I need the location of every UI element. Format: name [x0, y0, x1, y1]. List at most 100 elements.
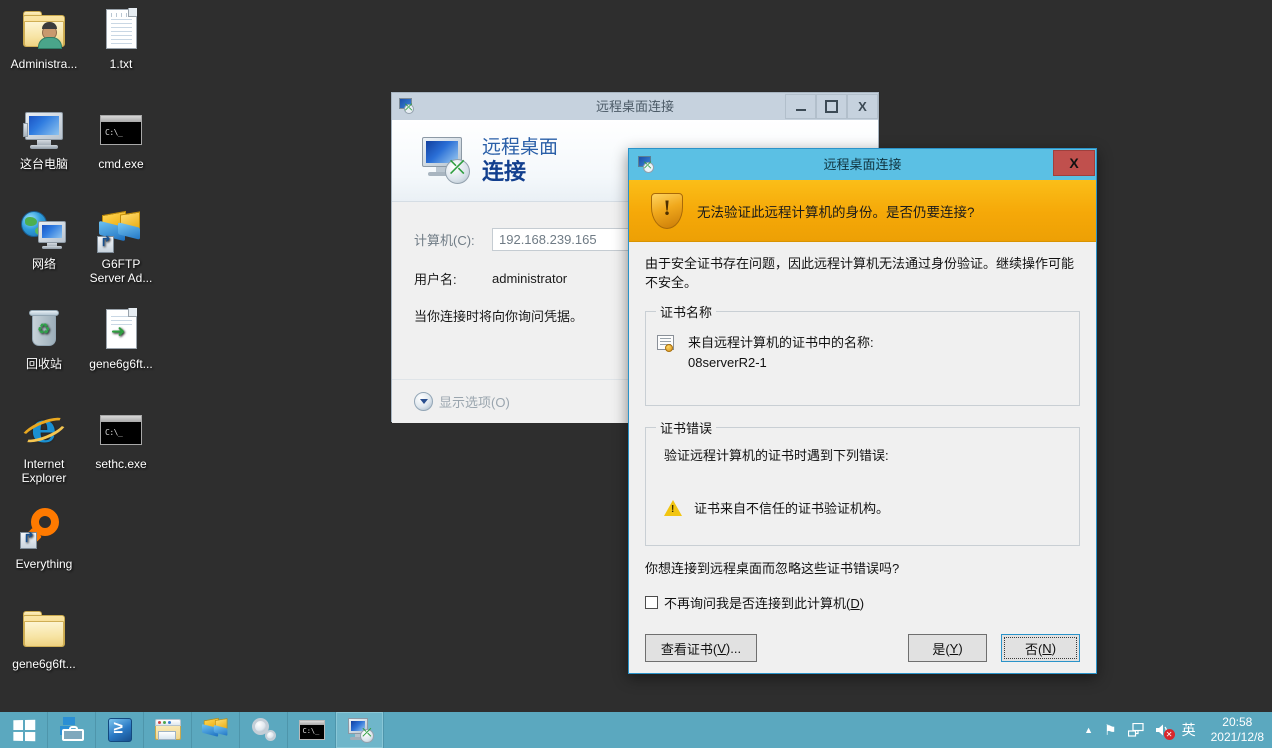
taskbar-item-remote-desktop[interactable]: [336, 712, 384, 748]
desktop-icon-label: G6FTP Server Ad...: [89, 257, 153, 285]
muted-badge: ✕: [1163, 729, 1175, 740]
folder-user-icon: [20, 5, 68, 53]
clock[interactable]: 20:58 2021/12/8: [1207, 715, 1264, 745]
yes-button[interactable]: 是(Y): [908, 634, 987, 662]
warning-banner: ! 无法验证此远程计算机的身份。是否仍要连接?: [629, 180, 1096, 242]
warning-triangle-icon: [664, 499, 682, 516]
body-paragraph: 由于安全证书存在问题，因此远程计算机无法通过身份验证。继续操作可能不安全。: [645, 256, 1075, 290]
powershell-icon: [106, 717, 134, 743]
windows-logo-icon: [12, 719, 35, 741]
desktop-icon-network[interactable]: 网络: [5, 205, 83, 271]
desktop-icon-1txt[interactable]: 1.txt: [82, 5, 160, 71]
desktop-icon-gene6g6ft-folder[interactable]: gene6g6ft...: [5, 605, 83, 671]
action-center-flag-icon[interactable]: ⚑: [1104, 723, 1117, 737]
shortcut-arrow-icon: [97, 234, 114, 253]
file-explorer-icon: [154, 717, 182, 743]
rdc-titlebar[interactable]: ⤫ 远程桌面连接 X: [392, 93, 878, 120]
text-document-icon: [97, 5, 145, 53]
remote-desktop-icon: [346, 717, 374, 743]
close-button[interactable]: X: [847, 94, 878, 119]
dont-ask-again-label: 不再询问我是否连接到此计算机(D): [664, 596, 865, 611]
server-manager-icon: [58, 717, 86, 743]
folder-icon: [20, 605, 68, 653]
taskbar-item-file-explorer[interactable]: [144, 712, 192, 748]
view-certificate-button[interactable]: 查看证书(V)...: [645, 634, 757, 662]
certificate-name-group: 证书名称 来自远程计算机的证书中的名称: 08serverR2-1: [645, 302, 1080, 406]
desktop-icon-g6ftp-server-admin[interactable]: G6FTP Server Ad...: [82, 205, 160, 285]
start-button[interactable]: [0, 712, 48, 748]
username-label: 用户名:: [414, 272, 457, 287]
show-options-link[interactable]: 显示选项(O): [439, 392, 510, 411]
desktop-icon-label: 1.txt: [109, 57, 133, 71]
certificate-error-item: 证书来自不信任的证书验证机构。: [694, 501, 890, 516]
desktop-icon-internet-explorer[interactable]: e Internet Explorer: [5, 405, 83, 485]
command-prompt-icon: C:\_: [97, 405, 145, 453]
desktop-icon-label: Internet Explorer: [21, 457, 67, 485]
certificate-warning-dialog[interactable]: ⤫ 远程桌面连接 X ! 无法验证此远程计算机的身份。是否仍要连接? 由于安全证…: [628, 148, 1097, 674]
command-prompt-icon: C:\_: [298, 717, 326, 743]
dont-ask-again-checkbox[interactable]: [645, 596, 658, 609]
taskbar-item-server-manager[interactable]: [48, 712, 96, 748]
dont-ask-again-row[interactable]: 不再询问我是否连接到此计算机(D): [645, 593, 1080, 612]
no-button[interactable]: 否(N): [1001, 634, 1080, 662]
desktop-icon-label: 网络: [31, 257, 56, 271]
system-tray[interactable]: ▲ ⚑ ✕ 英 20:58 2021/12/8: [1084, 712, 1272, 748]
network-icon: [20, 205, 68, 253]
gear-icon: [250, 717, 278, 743]
dialog-title: 远程桌面连接: [823, 157, 902, 172]
internet-explorer-icon: e: [18, 405, 70, 453]
dialog-body: 由于安全证书存在问题，因此远程计算机无法通过身份验证。继续操作可能不安全。 证书…: [629, 242, 1096, 662]
desktop-icon-everything[interactable]: Everything: [5, 505, 83, 571]
desktop-icon-cmd[interactable]: C:\_ cmd.exe: [82, 105, 160, 171]
remote-desktop-logo-icon: [416, 135, 472, 187]
dialog-titlebar[interactable]: ⤫ 远程桌面连接 X: [629, 149, 1096, 180]
certificate-name-value: 08serverR2-1: [688, 355, 767, 370]
document-export-icon: ➜: [97, 305, 145, 353]
warning-shield-icon: !: [651, 192, 683, 229]
certificate-name-line1: 来自远程计算机的证书中的名称:: [688, 335, 874, 350]
warning-message: 无法验证此远程计算机的身份。是否仍要连接?: [697, 204, 975, 220]
desktop-icon-label: 回收站: [25, 357, 62, 371]
computer-label: 计算机(C):: [414, 233, 475, 248]
window-controls[interactable]: X: [785, 93, 878, 120]
dialog-button-row: 查看证书(V)... 是(Y) 否(N): [645, 634, 1080, 662]
taskbar-item-command-prompt[interactable]: C:\_: [288, 712, 336, 748]
computer-icon: [20, 105, 68, 153]
taskbar-item-settings[interactable]: [240, 712, 288, 748]
certificate-error-line1: 验证远程计算机的证书时遇到下列错误:: [664, 448, 889, 463]
desktop-icon-administrator[interactable]: Administra...: [5, 5, 83, 71]
g6ftp-icon: [201, 717, 230, 743]
desktop-icon-label: gene6g6ft...: [12, 657, 76, 671]
rdc-brand-line1: 远程桌面: [482, 137, 559, 158]
desktop-icon-gene6g6ft-file[interactable]: ➜ gene6g6ft...: [82, 305, 160, 371]
shortcut-arrow-icon: [20, 530, 37, 549]
desktop-icon-label: sethc.exe: [95, 457, 147, 471]
confirm-question: 你想连接到远程桌面而忽略这些证书错误吗?: [645, 561, 900, 576]
certificate-icon: [656, 335, 678, 355]
g6ftp-icon: [97, 205, 145, 253]
ime-language-indicator[interactable]: 英: [1182, 723, 1196, 737]
volume-muted-icon[interactable]: ✕: [1155, 723, 1175, 740]
network-icon[interactable]: [1127, 723, 1144, 737]
desktop-icon-recycle-bin[interactable]: ♻ 回收站: [5, 305, 83, 371]
chevron-down-icon[interactable]: [414, 392, 433, 411]
close-button[interactable]: X: [1053, 150, 1095, 176]
certificate-error-group: 证书错误 验证远程计算机的证书时遇到下列错误: 证书来自不信任的证书验证机构。: [645, 418, 1080, 546]
taskbar[interactable]: C:\_ ▲ ⚑ ✕ 英 20:58 2021/12/8: [0, 712, 1272, 748]
minimize-button[interactable]: [785, 94, 816, 119]
clock-date: 2021/12/8: [1210, 730, 1264, 744]
network-glyph: [1127, 723, 1144, 737]
desktop-icon-this-pc[interactable]: 这台电脑: [5, 105, 83, 171]
clock-time: 20:58: [1222, 715, 1253, 729]
command-prompt-icon: C:\_: [97, 105, 145, 153]
maximize-button[interactable]: [816, 94, 847, 119]
username-value: administrator: [492, 271, 568, 286]
desktop-icon-label: cmd.exe: [98, 157, 144, 171]
desktop-icon-sethc[interactable]: C:\_ sethc.exe: [82, 405, 160, 471]
taskbar-item-g6ftp[interactable]: [192, 712, 240, 748]
show-hidden-icons-button[interactable]: ▲: [1084, 725, 1093, 735]
desktop-icon-label: Administra...: [10, 57, 78, 71]
recycle-bin-icon: ♻: [20, 305, 68, 353]
rdc-brand-line2: 连接: [482, 159, 527, 184]
taskbar-item-powershell[interactable]: [96, 712, 144, 748]
